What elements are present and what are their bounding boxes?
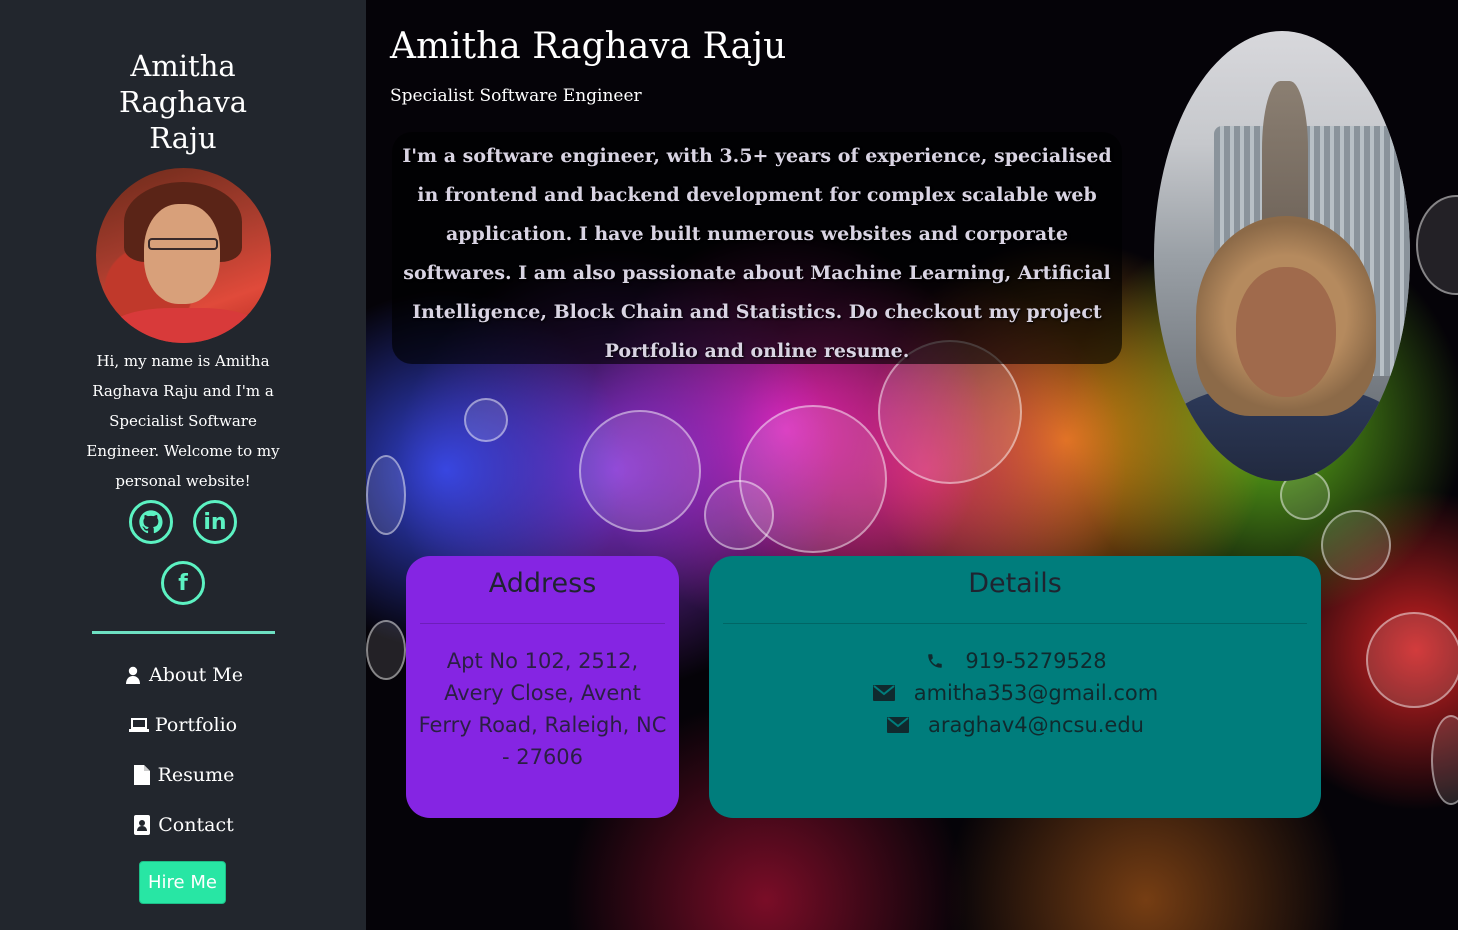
bokeh-bubble [704, 480, 774, 550]
sidebar-divider [92, 631, 275, 634]
bio-text: I'm a software engineer, with 3.5+ years… [402, 145, 1112, 362]
avatar-shirt [106, 308, 266, 343]
sidebar-name-line: Amitha [130, 49, 236, 83]
nav-item-contact[interactable]: Contact [0, 800, 366, 850]
github-icon[interactable] [129, 500, 173, 544]
bokeh-bubble [366, 455, 406, 535]
nav-item-about-me[interactable]: About Me [0, 650, 366, 700]
sidebar-name: Amitha Raghava Raju [0, 48, 366, 156]
details-card: Details 919-5279528 amitha353@gmail.com … [709, 556, 1321, 818]
contact-card-icon [132, 815, 152, 835]
details-card-title: Details [968, 568, 1062, 599]
address-card-title: Address [488, 568, 597, 599]
nav-label: About Me [149, 664, 243, 686]
card-divider [723, 623, 1307, 624]
sidebar-nav: About Me Portfolio Resume Contact [0, 650, 366, 850]
envelope-icon [886, 713, 910, 737]
address-text: Apt No 102, 2512, Avery Close, Avent Fer… [418, 649, 667, 769]
github-glyph [139, 510, 163, 534]
phone-icon [923, 649, 947, 673]
details-list: 919-5279528 amitha353@gmail.com araghav4… [709, 645, 1321, 741]
social-links-row: f [0, 561, 366, 605]
avatar-glasses [148, 238, 218, 250]
nav-item-portfolio[interactable]: Portfolio [0, 700, 366, 750]
nav-label: Portfolio [154, 714, 238, 736]
detail-email[interactable]: araghav4@ncsu.edu [709, 709, 1321, 741]
hire-me-button[interactable]: Hire Me [139, 861, 226, 904]
facebook-glyph: f [178, 570, 188, 596]
bokeh-bubble [1366, 612, 1458, 708]
bokeh-bubble [366, 620, 406, 680]
social-links-row: in [0, 500, 366, 544]
avatar-face [144, 204, 220, 304]
page-subtitle: Specialist Software Engineer [390, 86, 642, 106]
bokeh-bubble [464, 398, 508, 442]
detail-text: amitha353@gmail.com [913, 681, 1159, 705]
file-icon [132, 765, 152, 785]
bokeh-bubble [579, 410, 701, 532]
nav-label: Contact [158, 814, 234, 836]
address-card: Address Apt No 102, 2512, Avery Close, A… [406, 556, 679, 818]
page-title: Amitha Raghava Raju [390, 26, 787, 67]
nav-item-resume[interactable]: Resume [0, 750, 366, 800]
detail-email[interactable]: amitha353@gmail.com [709, 677, 1321, 709]
bokeh-bubble [1416, 195, 1458, 295]
bio-box: I'm a software engineer, with 3.5+ years… [392, 132, 1122, 364]
detail-text: araghav4@ncsu.edu [927, 713, 1144, 737]
detail-text: 919-5279528 [965, 649, 1107, 673]
linkedin-glyph: in [203, 509, 227, 535]
facebook-icon[interactable]: f [161, 561, 205, 605]
card-divider [420, 623, 665, 624]
photo-face [1236, 267, 1336, 397]
main-content: Amitha Raghava Raju Specialist Software … [366, 0, 1458, 930]
bokeh-bubble [1431, 715, 1458, 805]
avatar [96, 168, 271, 343]
sidebar: Amitha Raghava Raju Hi, my name is Amith… [0, 0, 366, 930]
envelope-icon [872, 681, 896, 705]
sidebar-name-line: Raju [149, 121, 217, 155]
detail-phone: 919-5279528 [709, 645, 1321, 677]
profile-photo [1154, 31, 1410, 481]
user-icon [123, 665, 143, 685]
sidebar-name-line: Raghava [119, 85, 247, 119]
laptop-icon [128, 715, 149, 735]
bokeh-bubble [1321, 510, 1391, 580]
linkedin-icon[interactable]: in [193, 500, 237, 544]
sidebar-intro: Hi, my name is Amitha Raghava Raju and I… [86, 352, 280, 490]
nav-label: Resume [157, 764, 235, 786]
